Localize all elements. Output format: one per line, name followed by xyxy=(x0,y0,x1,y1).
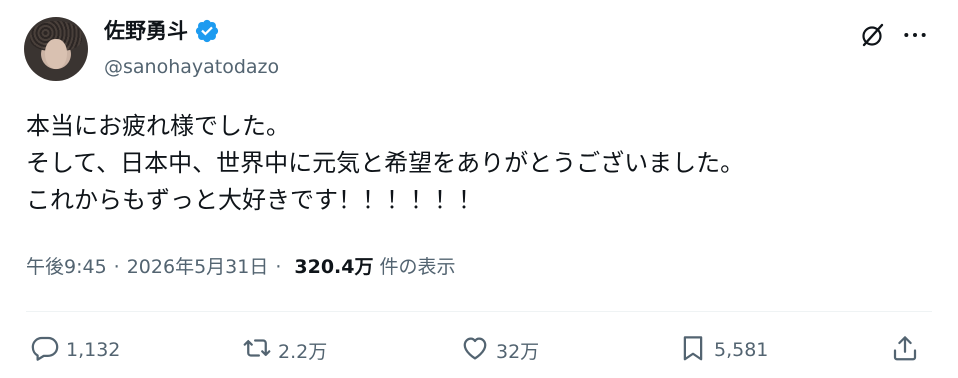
tweet-line: これからもずっと大好きです！！！！！！ xyxy=(26,186,482,214)
avatar[interactable] xyxy=(24,17,88,81)
grok-icon[interactable] xyxy=(858,20,888,50)
divider xyxy=(26,311,932,312)
bookmark-icon xyxy=(678,333,708,368)
like-count: 32万 xyxy=(496,340,540,363)
tweet-text: 本当にお疲れ様でした。 そして、日本中、世界中に元気と希望をありがとうございまし… xyxy=(26,108,926,219)
avatar-face xyxy=(45,39,67,69)
view-count-label[interactable]: 件の表示 xyxy=(380,252,456,282)
repost-button[interactable]: 2.2万 xyxy=(242,330,327,370)
repost-icon xyxy=(242,333,272,368)
like-button[interactable]: 32万 xyxy=(460,330,539,370)
bookmark-count: 5,581 xyxy=(714,339,769,361)
tweet-line: 本当にお疲れ様でした。 xyxy=(26,112,290,140)
display-name-row[interactable]: 佐野勇斗 xyxy=(104,17,220,45)
meta-separator: · xyxy=(113,256,120,278)
tweet-line: そして、日本中、世界中に元気と希望をありがとうございました。 xyxy=(26,149,745,177)
verified-badge-icon[interactable] xyxy=(194,18,220,44)
meta-separator: · xyxy=(275,256,282,278)
post-time[interactable]: 午後9:45 xyxy=(26,252,107,282)
action-bar: 1,132 2.2万 32万 5,581 xyxy=(30,330,930,370)
user-handle[interactable]: @sanohayatodazo xyxy=(104,54,279,80)
post-date[interactable]: 2026年5月31日 xyxy=(127,252,269,282)
tweet-card: 佐野勇斗 @sanohayatodazo 本当にお疲れ様でした。 そして、日本中… xyxy=(0,0,958,378)
display-name[interactable]: 佐野勇斗 xyxy=(104,17,188,45)
share-icon xyxy=(890,333,920,368)
reply-count: 1,132 xyxy=(66,339,121,361)
heart-icon xyxy=(460,333,490,368)
repost-count: 2.2万 xyxy=(278,340,328,363)
more-icon[interactable] xyxy=(898,20,932,50)
share-button[interactable] xyxy=(890,330,920,370)
reply-button[interactable]: 1,132 xyxy=(30,330,120,370)
view-count[interactable]: 320.4万 xyxy=(294,252,373,282)
reply-icon xyxy=(30,333,60,368)
tweet-meta: 午後9:45 · 2026年5月31日 · 320.4万 件の表示 xyxy=(26,252,456,282)
bookmark-button[interactable]: 5,581 xyxy=(678,330,768,370)
